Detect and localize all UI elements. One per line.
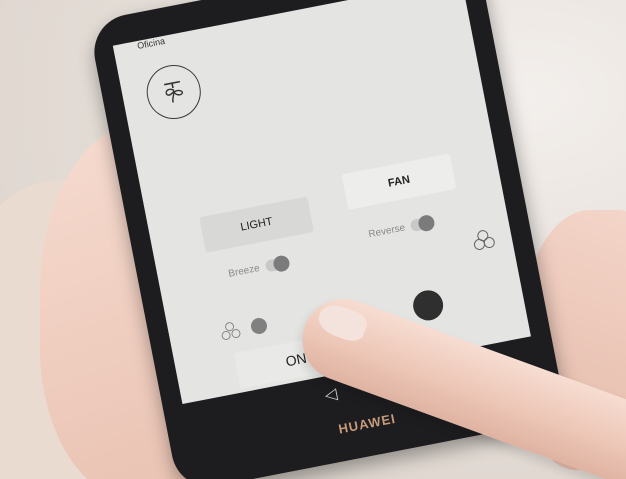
speed-slider-thumb[interactable] — [249, 316, 269, 336]
reverse-label: Reverse — [367, 221, 407, 240]
reverse-toggle[interactable] — [409, 213, 437, 233]
back-icon[interactable]: ◁ — [323, 384, 339, 406]
breeze-label: Breeze — [227, 262, 261, 280]
reverse-row: Reverse — [367, 213, 437, 240]
fingernail — [314, 300, 371, 345]
tab-fan[interactable]: FAN — [341, 153, 457, 210]
photo-scene: Oficina LIGHT FAN Breeze Reverse ON ◁ HU… — [0, 0, 626, 479]
fan-speed-icon — [470, 226, 499, 259]
breeze-row: Breeze — [227, 254, 291, 280]
tab-light[interactable]: LIGHT — [199, 196, 315, 253]
breeze-toggle[interactable] — [264, 254, 291, 274]
dimmer-knob[interactable] — [410, 287, 446, 323]
room-name: Oficina — [136, 35, 166, 52]
ceiling-fan-icon[interactable] — [142, 60, 206, 124]
fan-small-icon — [218, 319, 245, 350]
